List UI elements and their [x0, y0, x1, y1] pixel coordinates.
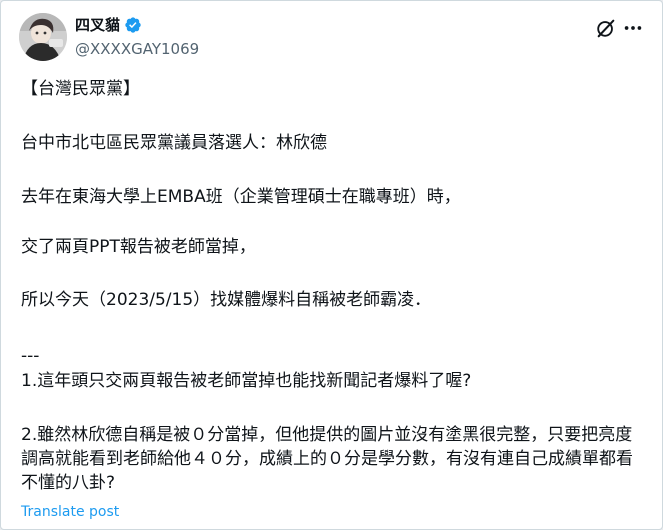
- post-card: 四叉貓 @XXXXGAY1069 【台灣民眾黨】 台中市北屯區民眾黨議員落選人：…: [0, 0, 663, 530]
- post-paragraph: 【台灣民眾黨】: [21, 79, 140, 99]
- avatar[interactable]: [19, 13, 67, 61]
- user-info: 四叉貓 @XXXXGAY1069: [75, 15, 199, 59]
- post-paragraph: 台中市北屯區民眾黨議員落選人：林欣德: [21, 133, 327, 153]
- post-header: 四叉貓 @XXXXGAY1069: [19, 13, 644, 63]
- translate-post-link[interactable]: Translate post: [21, 502, 119, 522]
- verified-badge-icon: [124, 16, 142, 34]
- display-name[interactable]: 四叉貓: [75, 15, 120, 35]
- post-paragraph: 所以今天（2023/5/15）找媒體爆料自稱被老師霸凌．: [21, 290, 432, 310]
- post-paragraph: 2.雖然林欣德自稱是被０分當掉，但他提供的圖片並沒有塗黑很完整，只要把亮度調高就…: [21, 425, 633, 493]
- post-separator: ---: [21, 346, 40, 366]
- post-paragraph: 去年在東海大學上EMBA班（企業管理碩士在職專班）時，: [21, 187, 461, 207]
- post-paragraph: 交了兩頁PPT報告被老師當掉，: [21, 237, 256, 257]
- grok-icon[interactable]: [595, 17, 617, 39]
- more-icon[interactable]: [622, 17, 644, 39]
- post-paragraph: 1.這年頭只交兩頁報告被老師當掉也能找新聞記者爆料了喔?: [21, 371, 472, 391]
- user-handle[interactable]: @XXXXGAY1069: [75, 39, 199, 59]
